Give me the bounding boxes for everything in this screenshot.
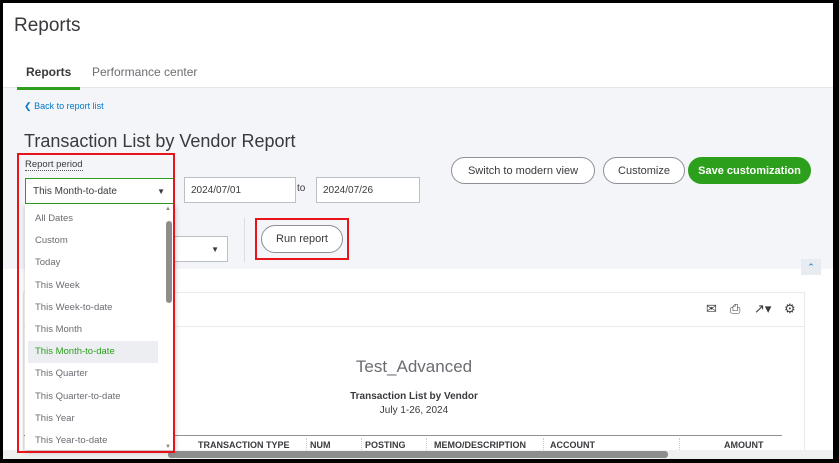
report-title: Transaction List by Vendor Report	[24, 131, 296, 151]
save-customization-button[interactable]: Save customization	[688, 157, 811, 184]
chevron-left-icon: ❮	[24, 101, 32, 111]
page-header: Reports Reports Performance center	[3, 3, 833, 90]
date-from-input[interactable]: 2024/07/01	[184, 177, 296, 203]
page-title: Reports	[14, 15, 81, 36]
column-header[interactable]: ACCOUNT	[550, 440, 595, 450]
back-to-report-list-link[interactable]: ❮ Back to report list	[24, 101, 104, 112]
divider	[244, 218, 245, 262]
scrollbar-thumb[interactable]	[168, 451, 668, 458]
print-icon[interactable]: ⎙	[730, 301, 740, 317]
customize-button[interactable]: Customize	[603, 157, 685, 184]
export-icon[interactable]: ↗▾	[754, 301, 771, 317]
gear-icon[interactable]: ⚙	[784, 301, 796, 317]
tab-performance-center[interactable]: Performance center	[92, 65, 197, 79]
app-window: Reports Reports Performance center ❮ Bac…	[3, 3, 833, 459]
caret-down-icon: ▼	[211, 245, 219, 254]
tab-reports[interactable]: Reports	[17, 65, 81, 90]
collapse-up-button[interactable]: ⌃	[801, 259, 821, 275]
switch-to-modern-view-button[interactable]: Switch to modern view	[451, 157, 595, 184]
column-header[interactable]: POSTING	[365, 440, 406, 450]
column-header[interactable]: NUM	[310, 440, 331, 450]
column-header[interactable]: TRANSACTION TYPE	[198, 440, 290, 450]
report-period-highlight	[17, 153, 175, 453]
column-header[interactable]: AMOUNT	[724, 440, 764, 450]
run-report-button[interactable]: Run report	[261, 225, 343, 253]
secondary-select[interactable]: ▼	[173, 236, 228, 262]
email-icon[interactable]: ✉	[706, 301, 717, 317]
to-label: to	[297, 183, 306, 194]
column-header[interactable]: MEMO/DESCRIPTION	[434, 440, 526, 450]
date-to-input[interactable]: 2024/07/26	[316, 177, 420, 203]
